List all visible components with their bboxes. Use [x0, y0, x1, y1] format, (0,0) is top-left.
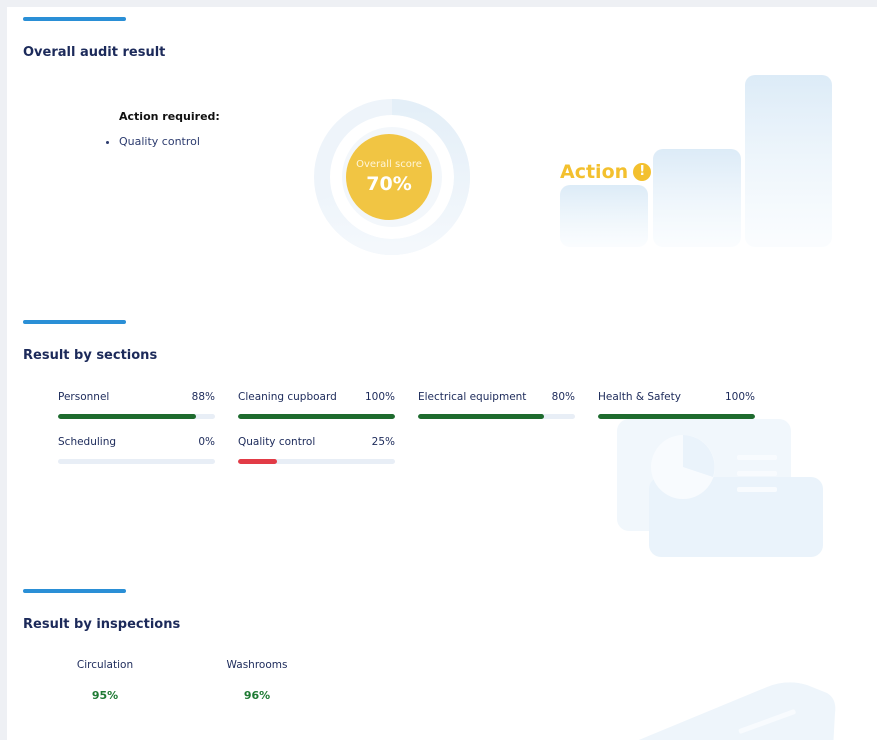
action-required-item: Quality control	[119, 135, 200, 148]
section-progress-fill	[418, 414, 544, 419]
action-required-list: Quality control	[105, 135, 200, 148]
report-illustration	[617, 419, 823, 557]
section-progress-track	[598, 414, 755, 419]
section-accent-bar	[23, 17, 126, 21]
section-name: Quality control	[238, 436, 316, 448]
inspection-name: Washrooms	[226, 659, 288, 671]
section-progress-fill	[238, 414, 395, 419]
illustration-bar-large	[745, 75, 832, 247]
section-percent: 25%	[371, 436, 395, 448]
action-required-label: Action required:	[119, 110, 220, 123]
section-percent: 100%	[724, 391, 755, 403]
section-progress-track	[418, 414, 575, 419]
section-percent: 80%	[551, 391, 575, 403]
section-name: Electrical equipment	[418, 391, 527, 403]
overall-score-label: Overall score	[356, 159, 422, 170]
illustration-bar-small	[560, 185, 648, 247]
inspections-title: Result by inspections	[23, 617, 181, 632]
section-result-item: Personnel 88%	[58, 391, 215, 419]
section-result-item: Health & Safety 100%	[598, 391, 755, 419]
overall-score-value: 70%	[366, 173, 412, 195]
section-result-item: Cleaning cupboard 100%	[238, 391, 395, 419]
section-progress-track	[238, 459, 395, 464]
section-result-item: Electrical equipment 80%	[418, 391, 575, 419]
section-percent: 100%	[364, 391, 395, 403]
section-progress-fill	[598, 414, 755, 419]
section-accent-bar	[23, 320, 126, 324]
section-name: Personnel	[58, 391, 110, 403]
inspection-result-item: Washrooms 96%	[207, 659, 307, 702]
overall-score-badge: Overall score 70%	[346, 134, 432, 220]
inspection-name: Circulation	[76, 659, 134, 671]
section-result-item: Quality control 25%	[238, 436, 395, 464]
exclamation-icon: !	[633, 163, 652, 181]
section-name: Health & Safety	[598, 391, 681, 403]
inspection-percent: 95%	[91, 689, 119, 702]
inspection-result-item: Circulation 95%	[55, 659, 155, 702]
section-progress-fill	[238, 459, 278, 464]
status-text: Action	[560, 161, 629, 183]
section-name: Cleaning cupboard	[238, 391, 337, 403]
status-indicator: Action !	[560, 161, 652, 183]
section-percent: 0%	[198, 436, 215, 448]
section-name: Scheduling	[58, 436, 117, 448]
section-progress-track	[58, 414, 215, 419]
sections-title: Result by sections	[23, 348, 158, 363]
inspection-illustration	[638, 682, 836, 740]
section-result-item: Scheduling 0%	[58, 436, 215, 464]
overall-audit-title: Overall audit result	[23, 45, 166, 60]
section-progress-track	[58, 459, 215, 464]
section-percent: 88%	[191, 391, 215, 403]
section-accent-bar	[23, 589, 126, 593]
section-progress-fill	[58, 414, 197, 419]
section-progress-track	[238, 414, 395, 419]
inspection-percent: 96%	[243, 689, 271, 702]
illustration-bar-medium	[653, 149, 741, 247]
audit-report-page: Overall audit result Action required: Qu…	[7, 7, 877, 740]
